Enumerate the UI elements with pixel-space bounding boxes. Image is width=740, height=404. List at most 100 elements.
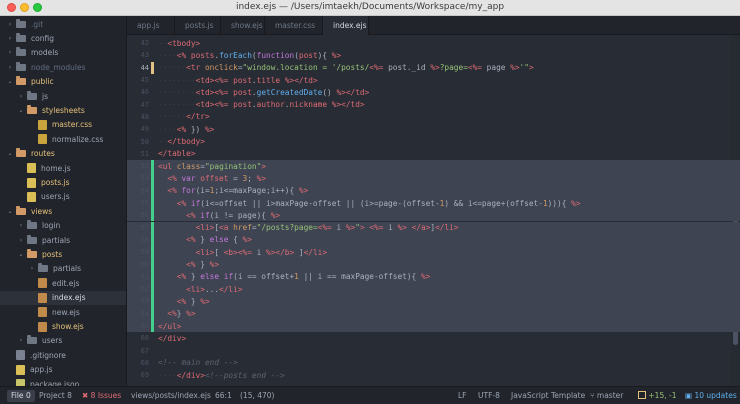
- code-line[interactable]: 66 </div>: [127, 332, 740, 344]
- code-line[interactable]: 60 ······<% } %>: [127, 258, 740, 271]
- code-line[interactable]: 69 ····</div><!--posts end -->: [127, 369, 740, 381]
- git-diff-stats[interactable]: +15, -1: [638, 387, 676, 404]
- code-line[interactable]: 63 ····<% } %>: [127, 295, 740, 308]
- code-line[interactable]: 58 ······<% } else { %>: [127, 233, 740, 247]
- chevron-right-icon[interactable]: ›: [17, 93, 25, 100]
- chevron-down-icon[interactable]: ⌄: [6, 208, 14, 215]
- project-tree[interactable]: › .git › config › models › node_modules ⌄ public ›…: [0, 16, 127, 386]
- code-line[interactable]: 53 ··<% var offset = 3; %>: [127, 172, 740, 185]
- encoding[interactable]: UTF-8: [478, 387, 500, 404]
- code-line[interactable]: 46 ········<td><%= post.getCreatedDate() …: [127, 86, 740, 98]
- code-line[interactable]: 67: [127, 345, 740, 357]
- code-line[interactable]: 54 ··<% for(i=1;i<=maxPage;i++){ %>: [127, 184, 740, 197]
- tree-item[interactable]: › models: [0, 46, 126, 60]
- tree-item[interactable]: › js: [0, 89, 126, 103]
- tree-item[interactable]: package.json: [0, 377, 126, 386]
- tree-item[interactable]: master.css: [0, 118, 126, 132]
- tree-item[interactable]: › login: [0, 219, 126, 233]
- code-line[interactable]: 59 ········<li>[ <b><%= i %></b> ]</li>: [127, 246, 740, 259]
- code-token: || i == maxPage-offset){: [298, 272, 421, 282]
- tree-item[interactable]: show.ejs: [0, 319, 126, 333]
- code-line[interactable]: 47 ········<td><%= post.author.nickname %…: [127, 99, 740, 111]
- file-issues-tab[interactable]: File 0: [7, 389, 35, 402]
- tree-item[interactable]: › users: [0, 334, 126, 348]
- issues-indicator[interactable]: ✖ 8 Issues: [82, 387, 121, 404]
- editor-tab[interactable]: master.css: [265, 16, 323, 35]
- tree-item[interactable]: new.ejs: [0, 305, 126, 319]
- code-token: %>: [345, 223, 356, 233]
- code-editor[interactable]: 42 ··<tbody> 43 ····<% posts.forEach(functi…: [127, 35, 740, 386]
- chevron-right-icon[interactable]: ›: [17, 237, 25, 244]
- code-line[interactable]: 52 <ul class="pagination">: [127, 160, 740, 173]
- tree-item[interactable]: ⌄ views: [0, 204, 126, 218]
- line-number: 61: [140, 272, 149, 281]
- code-line[interactable]: 65 </ul>: [127, 319, 740, 333]
- code-token: ····: [158, 50, 177, 60]
- chevron-right-icon[interactable]: ›: [6, 49, 14, 56]
- tree-item[interactable]: › config: [0, 31, 126, 45]
- code-token: </div>: [158, 333, 187, 343]
- code-line[interactable]: 57 ········<li>[<a href="/posts?page=<%= …: [127, 221, 740, 234]
- code-line[interactable]: 43 ····<% posts.forEach(function(post){ %…: [127, 49, 740, 61]
- code-token: ··: [158, 309, 168, 319]
- chevron-right-icon[interactable]: ›: [28, 265, 36, 272]
- line-number: 44: [140, 63, 149, 72]
- tree-item[interactable]: .gitignore: [0, 348, 126, 362]
- tree-item[interactable]: ⌄ routes: [0, 147, 126, 161]
- tree-item[interactable]: › partials: [0, 233, 126, 247]
- tree-item[interactable]: edit.ejs: [0, 276, 126, 290]
- tree-item[interactable]: home.js: [0, 161, 126, 175]
- tree-item[interactable]: ⌄ posts: [0, 247, 126, 261]
- code-line[interactable]: 50 ··</tbody>: [127, 135, 740, 147]
- tree-item-label: routes: [31, 149, 55, 159]
- git-branch[interactable]: ⑂ master: [590, 387, 623, 404]
- tree-item[interactable]: ⌄ stylesheets: [0, 103, 126, 117]
- code-line[interactable]: 56 ······<% if(i != page){ %>: [127, 209, 740, 222]
- chevron-down-icon[interactable]: ⌄: [17, 107, 25, 114]
- updates-indicator[interactable]: ▣ 10 updates: [685, 387, 737, 404]
- folder-icon: [16, 47, 26, 57]
- line-number: 63: [140, 297, 149, 306]
- code-line[interactable]: 68 <!-- main end -->: [127, 357, 740, 369]
- grammar-selector[interactable]: JavaScript Template: [511, 387, 585, 404]
- gutter-marker: [151, 369, 154, 381]
- code-line[interactable]: 51 </table>: [127, 148, 740, 160]
- code-line[interactable]: 45 ········<td><%= post.title %></td>: [127, 74, 740, 86]
- chevron-right-icon[interactable]: ›: [6, 64, 14, 71]
- tree-item[interactable]: normalize.css: [0, 132, 126, 146]
- tree-item[interactable]: ⌄ public: [0, 75, 126, 89]
- code-token: %>: [331, 100, 342, 110]
- code-line[interactable]: 55 ····<% if(i<=offset || i>maxPage-offse…: [127, 196, 740, 210]
- tree-item[interactable]: index.ejs: [0, 290, 126, 305]
- code-line[interactable]: 62 ······<li>...</li>: [127, 283, 740, 296]
- chevron-right-icon[interactable]: ›: [6, 35, 14, 42]
- code-line[interactable]: 61 ····<% } else if(i == offset+1 || i ==…: [127, 270, 740, 283]
- code-line[interactable]: 49 ····<% }) %>: [127, 123, 740, 135]
- tree-item[interactable]: users.js: [0, 190, 126, 204]
- code-line[interactable]: 42 ··<tbody>: [127, 37, 740, 49]
- code-line[interactable]: 64 ··<%} %>: [127, 307, 740, 320]
- project-issues-tab[interactable]: Project 8: [39, 387, 72, 404]
- tree-item[interactable]: › partials: [0, 262, 126, 276]
- code-line[interactable]: 44 ······<tr onclick="window.location = '…: [127, 61, 740, 74]
- editor-tab[interactable]: posts.js: [175, 16, 221, 35]
- tree-item[interactable]: › node_modules: [0, 60, 126, 74]
- chevron-right-icon[interactable]: ›: [17, 222, 25, 229]
- line-ending[interactable]: LF: [458, 387, 467, 404]
- editor-tab[interactable]: show.ejs: [221, 16, 265, 35]
- code-text: ··<% for(i=1;i<=maxPage;i++){ %>: [158, 186, 308, 195]
- tree-item[interactable]: posts.js: [0, 175, 126, 189]
- tree-item[interactable]: › .git: [0, 17, 126, 31]
- code-text: ······<% } %>: [158, 260, 219, 269]
- code-line[interactable]: 48 ······</tr>: [127, 111, 740, 123]
- cursor-position[interactable]: 66:1: [215, 387, 232, 404]
- chevron-right-icon[interactable]: ›: [17, 337, 25, 344]
- tree-item[interactable]: app.js: [0, 363, 126, 377]
- chevron-down-icon[interactable]: ⌄: [6, 150, 14, 157]
- chevron-down-icon[interactable]: ⌄: [17, 251, 25, 258]
- editor-tab[interactable]: app.js: [127, 16, 175, 35]
- file-path[interactable]: views/posts/index.ejs: [131, 387, 211, 404]
- chevron-down-icon[interactable]: ⌄: [6, 78, 14, 85]
- chevron-right-icon[interactable]: ›: [6, 21, 14, 28]
- editor-tab[interactable]: index.ejs: [323, 16, 369, 35]
